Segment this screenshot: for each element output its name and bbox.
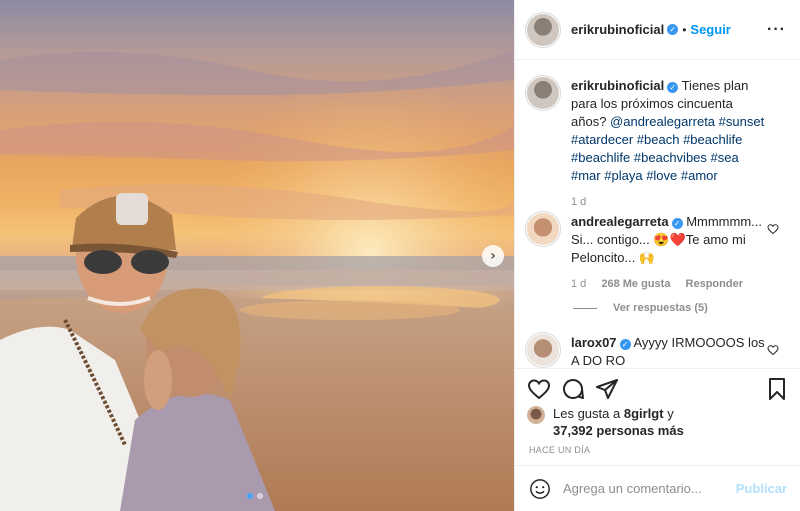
save-bookmark-icon[interactable] xyxy=(765,377,789,401)
slide-dot-1 xyxy=(247,493,253,499)
caption-meta: 1 d xyxy=(571,193,771,211)
caption-time: 1 d xyxy=(571,196,587,208)
author-username[interactable]: erikrubinoficial xyxy=(571,22,664,37)
liker-username[interactable]: 8girlgt xyxy=(624,406,664,421)
caption-tag[interactable]: #sunset xyxy=(719,114,765,129)
caption-body: erikrubinoficial ✓ Tienes plan para los p… xyxy=(571,77,771,211)
liker-avatar[interactable] xyxy=(527,406,545,424)
likes-prefix: Les gusta a xyxy=(553,406,621,421)
comment-input[interactable] xyxy=(563,481,733,496)
commenter-username[interactable]: larox07 xyxy=(571,335,617,350)
comment-likes[interactable]: 268 Me gusta xyxy=(601,278,670,290)
commenter-avatar[interactable] xyxy=(527,213,559,245)
comment-item: larox07 ✓ Ayyyy IRMOOOOS los A DO RO xyxy=(515,334,800,368)
verified-badge-icon: ✓ xyxy=(671,218,683,229)
caption-tag[interactable]: #playa xyxy=(604,168,642,183)
commenter-avatar[interactable] xyxy=(527,334,559,366)
post-header: erikrubinoficial ✓ • Seguir ··· xyxy=(515,0,800,60)
sunset-beach-photo xyxy=(0,0,514,511)
caption-tag[interactable]: #beach xyxy=(637,132,680,147)
verified-badge-icon: ✓ xyxy=(667,24,679,35)
likes-conjunction: y xyxy=(667,406,674,421)
comment-like-heart-icon[interactable] xyxy=(767,223,779,235)
comment-body: larox07 ✓ Ayyyy IRMOOOOS los A DO RO xyxy=(571,334,771,368)
view-replies-button[interactable]: Ver respuestas (5) xyxy=(573,302,708,314)
commenter-username[interactable]: andrealegarreta xyxy=(571,214,669,229)
slide-dots xyxy=(247,493,263,499)
likes-text: Les gusta a 8girlgt y 37,392 personas má… xyxy=(553,405,684,439)
action-bar xyxy=(515,368,800,402)
verified-badge-icon: ✓ xyxy=(667,82,679,93)
post-side-panel: erikrubinoficial ✓ • Seguir ··· erikrubi… xyxy=(514,0,800,511)
caption: erikrubinoficial ✓ Tienes plan para los p… xyxy=(515,77,800,211)
publish-button[interactable]: Publicar xyxy=(736,481,787,496)
comments-list[interactable]: erikrubinoficial ✓ Tienes plan para los p… xyxy=(515,61,800,368)
post-date[interactable]: HACE UN DÍA xyxy=(529,445,590,455)
caption-avatar[interactable] xyxy=(527,77,559,109)
like-heart-icon[interactable] xyxy=(527,377,551,401)
caption-tag[interactable]: #beachvibes xyxy=(634,150,707,165)
author-avatar[interactable] xyxy=(527,13,559,46)
comment-like-heart-icon[interactable] xyxy=(767,344,779,356)
replies-divider xyxy=(573,307,597,309)
next-slide-button[interactable]: › xyxy=(482,245,504,267)
slide-dot-2 xyxy=(257,493,263,499)
follow-button[interactable]: Seguir xyxy=(690,22,730,37)
reply-button[interactable]: Responder xyxy=(686,278,743,290)
caption-tag[interactable]: #mar xyxy=(571,168,601,183)
view-replies-label[interactable]: Ver respuestas (5) xyxy=(613,302,708,314)
comment-bubble-icon[interactable] xyxy=(561,377,585,401)
caption-tag[interactable]: #amor xyxy=(681,168,718,183)
caption-tag[interactable]: #love xyxy=(646,168,677,183)
add-comment-bar: Publicar xyxy=(515,465,800,511)
caption-tag[interactable]: #atardecer xyxy=(571,132,633,147)
comment-body: andrealegarreta ✓ Mmmmmm... Si... contigo… xyxy=(571,213,771,293)
share-paper-plane-icon[interactable] xyxy=(595,377,619,401)
caption-username[interactable]: erikrubinoficial xyxy=(571,78,664,93)
likes-summary: Les gusta a 8girlgt y 37,392 personas má… xyxy=(527,405,684,439)
caption-tag[interactable]: @andrealegarreta xyxy=(610,114,715,129)
caption-tag[interactable]: #beachlife xyxy=(683,132,742,147)
emoji-smiley-icon[interactable] xyxy=(529,478,551,500)
post-photo: › xyxy=(0,0,514,511)
more-options-icon[interactable]: ··· xyxy=(767,21,786,39)
header-separator: • xyxy=(682,22,687,37)
caption-tag[interactable]: #beachlife xyxy=(571,150,630,165)
comment-item: andrealegarreta ✓ Mmmmmm... Si... contigo… xyxy=(515,213,800,293)
verified-badge-icon: ✓ xyxy=(619,339,631,350)
likes-count[interactable]: 37,392 personas más xyxy=(553,423,684,438)
caption-tag[interactable]: #sea xyxy=(711,150,739,165)
comment-meta: 1 d 268 Me gusta Responder xyxy=(571,275,771,293)
comment-time: 1 d xyxy=(571,278,587,290)
